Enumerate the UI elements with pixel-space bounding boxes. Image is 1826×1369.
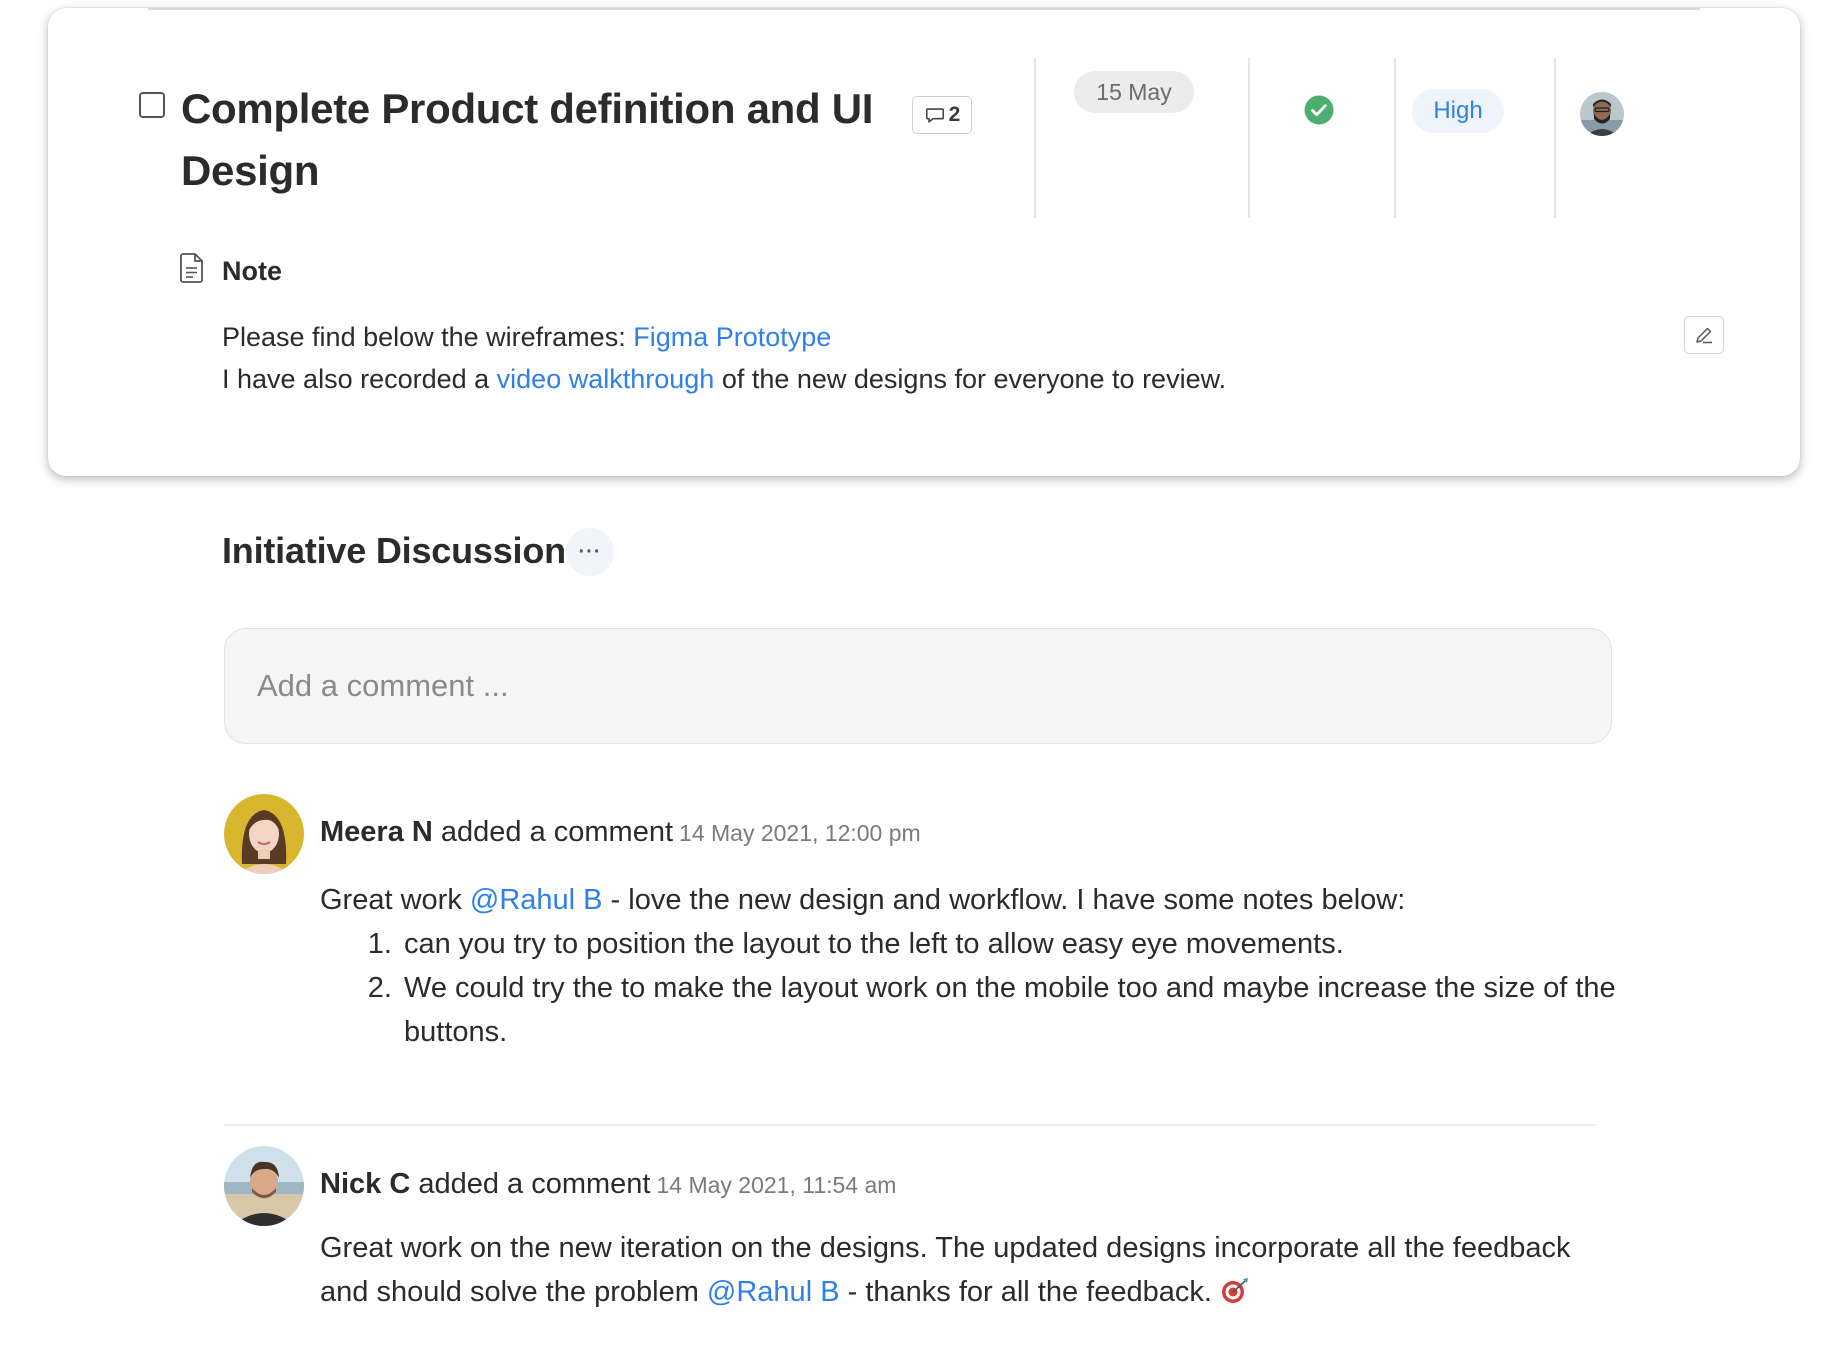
comment-separator: [224, 1124, 1596, 1126]
comment-list: can you try to position the layout to th…: [400, 922, 1620, 1054]
note-line-1: Please find below the wireframes: Figma …: [222, 322, 832, 352]
comment-item: Nick C added a comment 14 May 2021, 11:54…: [224, 1146, 1624, 1346]
column-divider: [1394, 58, 1396, 218]
figma-prototype-link[interactable]: Figma Prototype: [633, 322, 831, 352]
task-complete-checkbox[interactable]: [139, 92, 165, 118]
avatar[interactable]: [224, 1146, 304, 1226]
column-divider: [1034, 58, 1036, 218]
note-label: Note: [222, 256, 282, 286]
assignee-avatar[interactable]: [1580, 92, 1624, 136]
discussion-title: Initiative Discussion: [222, 530, 566, 571]
edit-note-button[interactable]: [1684, 316, 1724, 354]
comment-header: Meera N added a comment 14 May 2021, 12:0…: [320, 816, 921, 849]
comment-body: Great work on the new iteration on the d…: [320, 1232, 1571, 1308]
comment-header: Nick C added a comment 14 May 2021, 11:54…: [320, 1168, 896, 1201]
document-icon: [180, 253, 203, 283]
card-top-border: [148, 8, 1700, 10]
task-title[interactable]: Complete Product definition and UI Desig…: [181, 78, 881, 202]
comment-body: Great work @Rahul B - love the new desig…: [320, 878, 1620, 1054]
speech-bubble-icon: [925, 108, 944, 123]
comment-timestamp: 14 May 2021, 12:00 pm: [679, 820, 921, 846]
note-line-2: I have also recorded a video walkthrough…: [222, 364, 1227, 394]
mention-link[interactable]: @Rahul B: [707, 1276, 840, 1308]
comment-count: 2: [948, 103, 961, 126]
column-divider: [1554, 58, 1556, 218]
avatar[interactable]: [224, 794, 304, 874]
mention-link[interactable]: @Rahul B: [470, 884, 603, 916]
comment-timestamp: 14 May 2021, 11:54 am: [656, 1172, 897, 1198]
priority-badge[interactable]: High: [1412, 89, 1504, 133]
comment-author[interactable]: Meera N: [320, 816, 433, 848]
pencil-icon: [1696, 327, 1712, 344]
add-comment-input[interactable]: [224, 628, 1612, 744]
column-divider: [1248, 58, 1250, 218]
comment-author[interactable]: Nick C: [320, 1168, 410, 1200]
check-circle-icon[interactable]: [1304, 95, 1334, 125]
comment-item: Meera N added a comment 14 May 2021, 12:0…: [224, 794, 1624, 1094]
list-item: We could try the to make the layout work…: [400, 966, 1620, 1054]
task-card: Complete Product definition and UI Desig…: [48, 8, 1800, 476]
list-item: can you try to position the layout to th…: [400, 922, 1620, 966]
comment-action: added a comment: [410, 1168, 651, 1200]
more-options-button[interactable]: ···: [566, 528, 614, 576]
comment-text: Great work @Rahul B - love the new desig…: [320, 884, 1406, 916]
comment-action: added a comment: [432, 816, 674, 848]
due-date-badge[interactable]: 15 May: [1074, 71, 1194, 113]
note-body: Please find below the wireframes: Figma …: [222, 316, 1622, 400]
ellipsis-icon: ···: [578, 540, 602, 563]
direct-hit-icon: [1221, 1278, 1248, 1303]
comment-count-button[interactable]: 2: [912, 96, 972, 134]
video-walkthrough-link[interactable]: video walkthrough: [497, 364, 715, 394]
